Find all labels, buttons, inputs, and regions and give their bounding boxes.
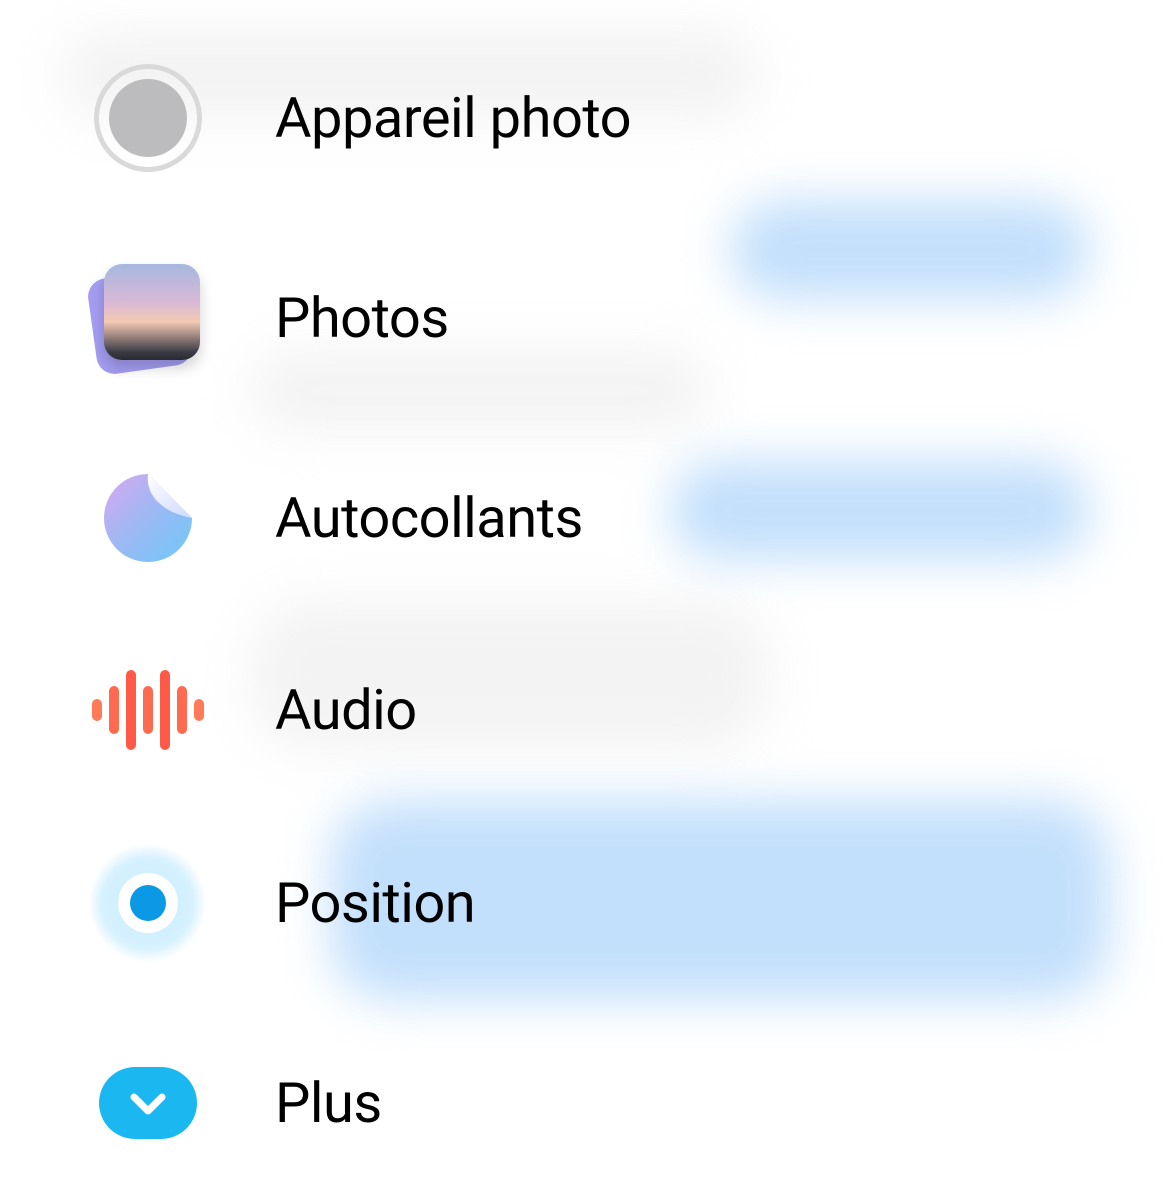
menu-item-label: Audio [275, 677, 417, 743]
chevron-down-icon [90, 1045, 205, 1160]
menu-item-more[interactable]: Plus [90, 1045, 1170, 1160]
menu-item-location[interactable]: Position [90, 845, 1170, 960]
photos-icon [90, 260, 205, 375]
camera-icon [90, 60, 205, 175]
audio-waveform-icon [90, 660, 205, 760]
menu-item-label: Appareil photo [275, 85, 631, 151]
menu-item-audio[interactable]: Audio [90, 660, 1170, 760]
location-icon [90, 845, 205, 960]
menu-item-label: Autocollants [275, 485, 583, 551]
menu-item-stickers[interactable]: Autocollants [90, 460, 1170, 575]
menu-item-label: Position [275, 870, 475, 936]
menu-item-photos[interactable]: Photos [90, 260, 1170, 375]
sticker-icon [90, 460, 205, 575]
menu-item-label: Photos [275, 285, 449, 351]
menu-item-camera[interactable]: Appareil photo [90, 60, 1170, 175]
attachment-menu: Appareil photo Photos [0, 0, 1170, 1160]
menu-item-label: Plus [275, 1070, 382, 1136]
